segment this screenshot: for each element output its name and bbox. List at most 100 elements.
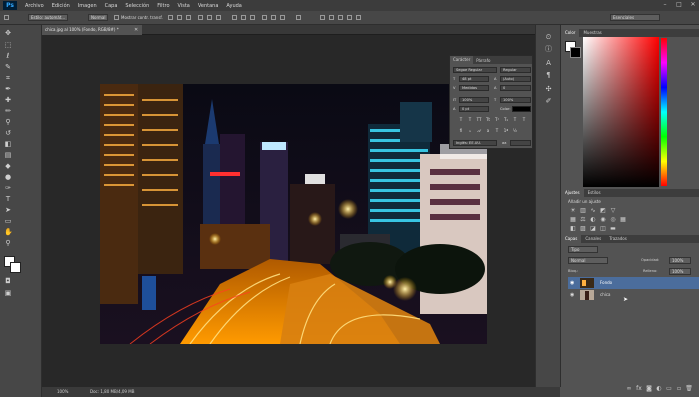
workspace-select[interactable]: Esenciales xyxy=(610,14,660,21)
faux-italic-icon[interactable]: T xyxy=(467,117,473,123)
stamp-tool-icon[interactable]: ⚲ xyxy=(4,118,12,126)
tab-character[interactable]: Carácter xyxy=(450,56,474,64)
zoom-tool-icon[interactable]: ⚲ xyxy=(4,239,12,247)
layer-row[interactable]: ◉ Fondo xyxy=(568,277,699,289)
maximize-icon[interactable]: □ xyxy=(675,1,683,9)
tracking-field[interactable]: 0 xyxy=(500,85,531,91)
pen-tool-icon[interactable]: ✑ xyxy=(4,184,12,192)
distribute-top-icon[interactable] xyxy=(232,15,237,20)
color-lookup-icon[interactable]: ▦ xyxy=(619,216,627,224)
titling-icon[interactable]: T xyxy=(494,128,500,134)
language-select[interactable]: Inglés: EE.UU. xyxy=(453,140,497,146)
horizontal-scale-field[interactable]: 100% xyxy=(500,97,531,103)
3d-scale-icon[interactable] xyxy=(356,15,361,20)
superscript-icon[interactable]: T¹ xyxy=(494,117,500,123)
brush-panel-icon[interactable]: ✐ xyxy=(544,97,553,106)
align-left-icon[interactable] xyxy=(198,15,203,20)
align-hcenter-icon[interactable] xyxy=(207,15,212,20)
close-tab-icon[interactable]: ✕ xyxy=(134,27,138,33)
new-layer-icon[interactable]: ▫ xyxy=(675,385,683,393)
screen-mode-icon[interactable]: ▣ xyxy=(4,289,12,297)
hue-slider[interactable] xyxy=(661,38,667,186)
strikethrough-icon[interactable]: T xyxy=(521,117,527,123)
eraser-tool-icon[interactable]: ◧ xyxy=(4,140,12,148)
background-color-swatch[interactable] xyxy=(10,262,21,273)
quick-mask-icon[interactable]: ◘ xyxy=(4,277,12,285)
tab-paths[interactable]: Trazados xyxy=(605,235,631,243)
levels-icon[interactable]: ▥ xyxy=(579,207,587,215)
menu-ventana[interactable]: Ventana xyxy=(198,3,219,9)
threshold-icon[interactable]: ◪ xyxy=(589,225,597,233)
tab-layers[interactable]: Capas xyxy=(561,235,582,243)
brightness-icon[interactable]: ☀ xyxy=(569,207,577,215)
fractions-icon[interactable]: ½ xyxy=(512,128,518,134)
3d-orbit-icon[interactable] xyxy=(320,15,325,20)
eyedropper-tool-icon[interactable]: ✒ xyxy=(4,85,12,93)
layer-kind-filter[interactable]: Tipo xyxy=(568,246,598,253)
history-icon[interactable]: ⏲ xyxy=(544,33,553,42)
brush-tool-icon[interactable]: ✏ xyxy=(4,107,12,115)
close-icon[interactable]: ✕ xyxy=(689,1,697,9)
menu-seleccion[interactable]: Selección xyxy=(125,3,149,9)
ligatures-icon[interactable]: fi xyxy=(458,128,464,134)
move-tool-icon[interactable] xyxy=(4,15,9,20)
healing-tool-icon[interactable]: ✚ xyxy=(4,96,12,104)
doc-info[interactable]: Doc: 1,80 MB/4,09 MB xyxy=(90,387,134,397)
tab-adjustments[interactable]: Ajustes xyxy=(561,189,584,197)
3d-roll-icon[interactable] xyxy=(329,15,334,20)
selective-color-icon[interactable]: ◫ xyxy=(599,225,607,233)
menu-imagen[interactable]: Imagen xyxy=(78,3,97,9)
distribute-right-icon[interactable] xyxy=(280,15,285,20)
auto-align-icon[interactable] xyxy=(296,15,301,20)
paragraph-icon[interactable]: ¶ xyxy=(544,71,553,80)
align-vcenter-icon[interactable] xyxy=(177,15,182,20)
link-layers-icon[interactable]: ∞ xyxy=(625,385,633,393)
leading-field[interactable]: (Auto) xyxy=(500,76,531,82)
font-style-select[interactable]: Regular xyxy=(500,67,531,73)
properties-icon[interactable]: ⓘ xyxy=(544,45,553,54)
faux-bold-icon[interactable]: T xyxy=(458,117,464,123)
hand-tool-icon[interactable]: ✋ xyxy=(4,228,13,236)
move-tool-icon[interactable]: ✥ xyxy=(4,29,12,37)
alternates-icon[interactable]: a xyxy=(485,128,491,134)
text-color-swatch[interactable] xyxy=(512,106,531,112)
black-white-icon[interactable]: ◐ xyxy=(589,216,597,224)
menu-archivo[interactable]: Archivo xyxy=(25,3,44,9)
zoom-level[interactable]: 100% xyxy=(57,387,68,397)
all-caps-icon[interactable]: TT xyxy=(476,117,482,123)
swash-icon[interactable]: 𝒜 xyxy=(476,128,482,134)
menu-vista[interactable]: Vista xyxy=(178,3,190,9)
menu-ayuda[interactable]: Ayuda xyxy=(226,3,241,9)
marquee-tool-icon[interactable]: ⬚ xyxy=(4,41,12,49)
align-right-icon[interactable] xyxy=(216,15,221,20)
crop-tool-icon[interactable]: ⌗ xyxy=(4,74,12,82)
font-size-field[interactable]: 48 pt xyxy=(459,76,489,82)
subscript-icon[interactable]: T₁ xyxy=(503,117,509,123)
tab-color[interactable]: Color xyxy=(561,29,580,37)
menu-capa[interactable]: Capa xyxy=(105,3,118,9)
blend-mode-select[interactable]: Normal xyxy=(568,257,608,264)
layer-row[interactable]: ◉ chica xyxy=(568,289,699,301)
new-group-icon[interactable]: ▭ xyxy=(665,385,673,393)
opacity-field[interactable]: 100% xyxy=(669,257,691,264)
menu-filtro[interactable]: Filtro xyxy=(157,3,169,9)
exposure-icon[interactable]: ◩ xyxy=(599,207,607,215)
preset-select[interactable]: Estilo: automát... xyxy=(28,14,68,21)
vibrance-icon[interactable]: ▽ xyxy=(609,207,617,215)
distribute-vcenter-icon[interactable] xyxy=(241,15,246,20)
style-select[interactable]: Normal xyxy=(88,14,108,21)
add-mask-icon[interactable]: ◙ xyxy=(645,385,653,393)
3d-slide-icon[interactable] xyxy=(347,15,352,20)
distribute-left-icon[interactable] xyxy=(262,15,267,20)
distribute-bottom-icon[interactable] xyxy=(250,15,255,20)
delete-layer-icon[interactable]: 🗑 xyxy=(685,385,693,393)
visibility-eye-icon[interactable]: ◉ xyxy=(570,277,574,289)
lasso-tool-icon[interactable]: ℓ xyxy=(4,52,12,60)
distribute-hcenter-icon[interactable] xyxy=(271,15,276,20)
layer-style-icon[interactable]: fx xyxy=(635,385,643,393)
visibility-eye-icon[interactable]: ◉ xyxy=(570,289,574,301)
path-select-tool-icon[interactable]: ➤ xyxy=(4,206,12,214)
tab-paragraph[interactable]: Párrafo xyxy=(473,58,493,63)
invert-icon[interactable]: ◧ xyxy=(569,225,577,233)
new-adjustment-icon[interactable]: ◐ xyxy=(655,385,663,393)
